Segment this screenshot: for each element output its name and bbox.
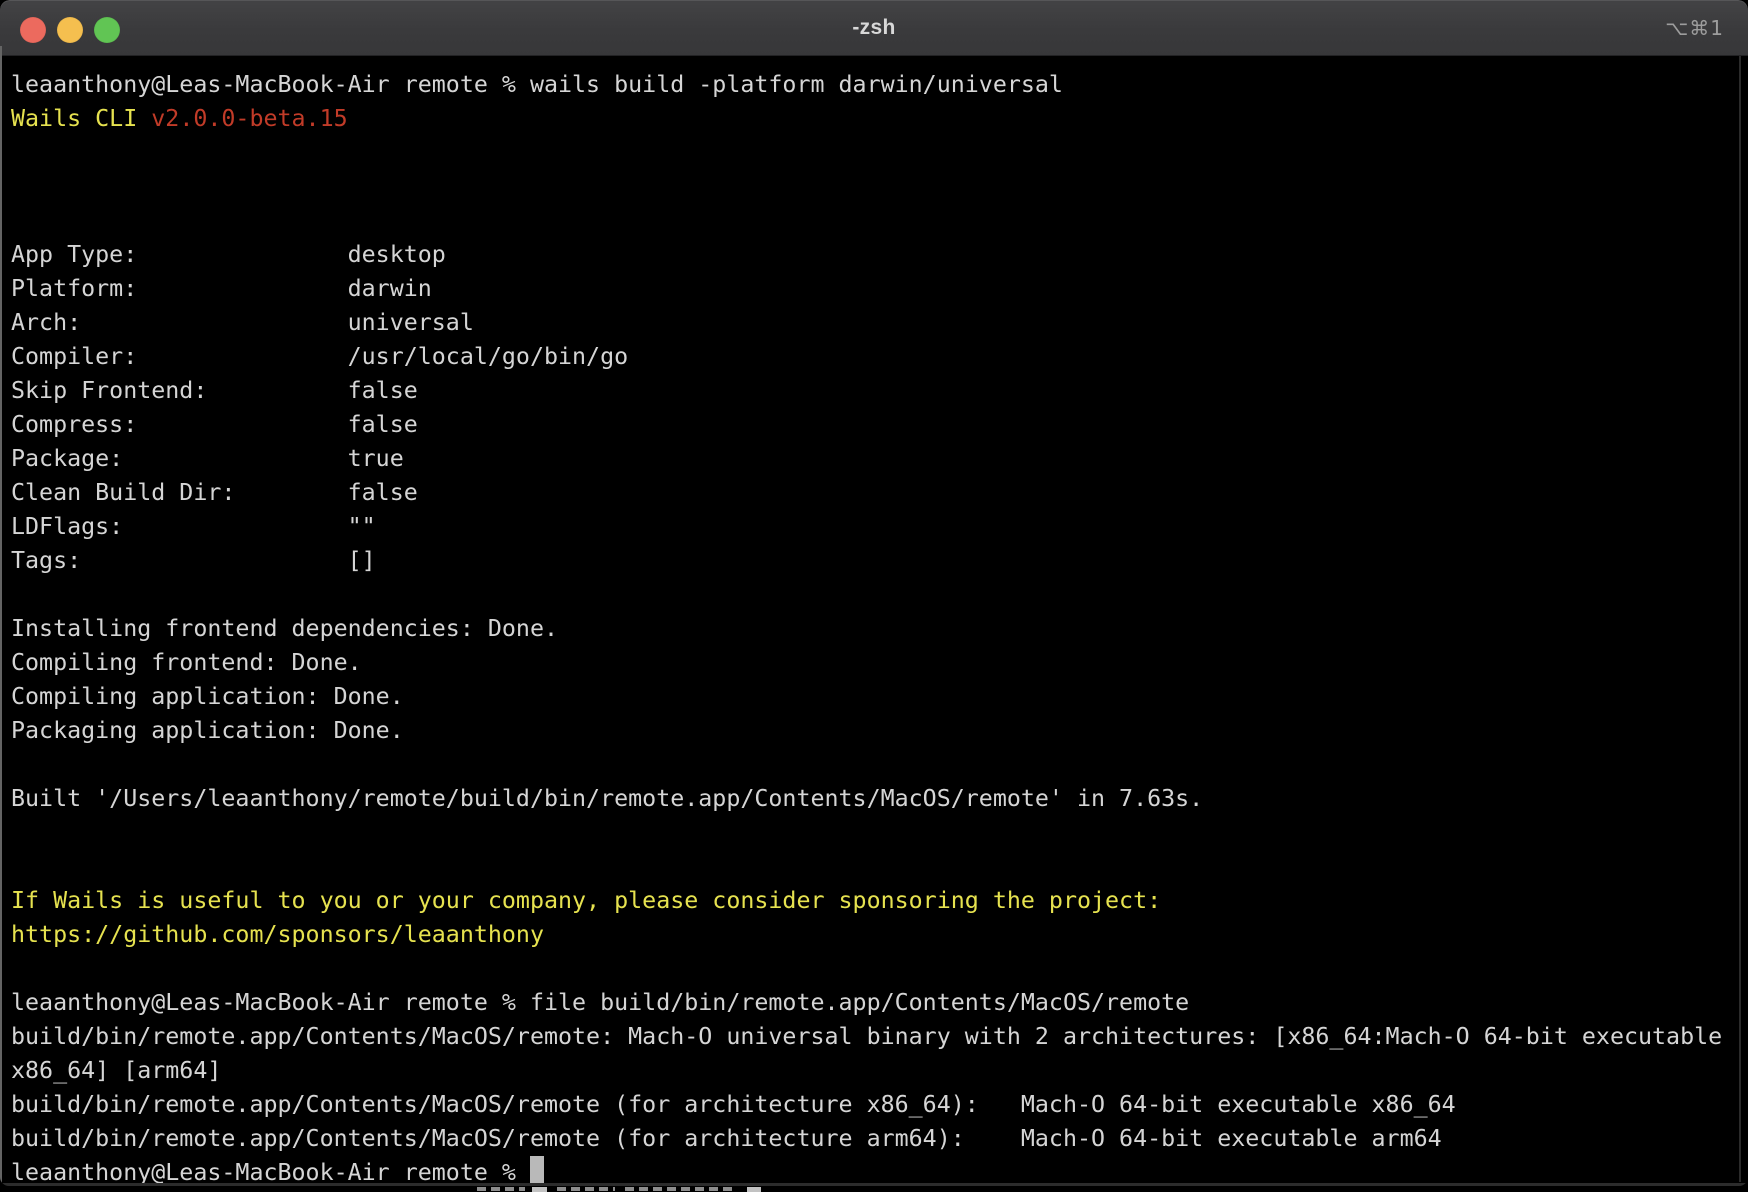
terminal-line: If Wails is useful to you or your compan… bbox=[11, 884, 1748, 918]
terminal-line: Skip Frontend: false bbox=[11, 374, 1748, 408]
terminal-line bbox=[11, 952, 1748, 986]
terminal-line: Installing frontend dependencies: Done. bbox=[11, 612, 1748, 646]
background-window-text-fragment bbox=[557, 1187, 615, 1191]
terminal-line: Compiler: /usr/local/go/bin/go bbox=[11, 340, 1748, 374]
text-segment: Wails CLI bbox=[11, 105, 151, 132]
terminal-cursor bbox=[530, 1156, 544, 1186]
text-segment: Tags: [] bbox=[11, 547, 376, 574]
text-segment: App Type: desktop bbox=[11, 241, 446, 268]
background-window-text-fragment bbox=[532, 1187, 547, 1192]
background-window-text-fragment bbox=[747, 1187, 761, 1192]
text-segment: Compiler: /usr/local/go/bin/go bbox=[11, 343, 628, 370]
terminal-line: Arch: universal bbox=[11, 306, 1748, 340]
text-segment: x86_64] [arm64] bbox=[11, 1057, 221, 1084]
terminal-line: Built '/Users/leaanthony/remote/build/bi… bbox=[11, 782, 1748, 816]
terminal-line bbox=[11, 204, 1748, 238]
window-right-edge bbox=[1739, 56, 1741, 1182]
text-segment: Compress: false bbox=[11, 411, 418, 438]
text-segment: build/bin/remote.app/Contents/MacOS/remo… bbox=[11, 1023, 1722, 1050]
terminal-line bbox=[11, 578, 1748, 612]
terminal-line: build/bin/remote.app/Contents/MacOS/remo… bbox=[11, 1020, 1748, 1054]
terminal-line bbox=[11, 136, 1748, 170]
window-title: -zsh bbox=[0, 0, 1748, 56]
terminal-line: leaanthony@Leas-MacBook-Air remote % bbox=[11, 1156, 1748, 1186]
window-left-edge bbox=[0, 46, 2, 1184]
text-segment: leaanthony@Leas-MacBook-Air remote % fil… bbox=[11, 989, 1189, 1016]
terminal-line: Package: true bbox=[11, 442, 1748, 476]
terminal-line: Clean Build Dir: false bbox=[11, 476, 1748, 510]
terminal-line: leaanthony@Leas-MacBook-Air remote % fil… bbox=[11, 986, 1748, 1020]
text-segment: Packaging application: Done. bbox=[11, 717, 404, 744]
text-segment: build/bin/remote.app/Contents/MacOS/remo… bbox=[11, 1091, 1456, 1118]
text-segment: https://github.com/sponsors/leaanthony bbox=[11, 921, 544, 948]
text-segment: Installing frontend dependencies: Done. bbox=[11, 615, 558, 642]
text-segment: leaanthony@Leas-MacBook-Air remote % bbox=[11, 1159, 530, 1186]
window-titlebar[interactable]: -zsh ⌥⌘1 bbox=[0, 0, 1748, 56]
background-window-sliver bbox=[477, 1187, 777, 1192]
terminal-line: Packaging application: Done. bbox=[11, 714, 1748, 748]
terminal-line: Compress: false bbox=[11, 408, 1748, 442]
text-segment: If Wails is useful to you or your compan… bbox=[11, 887, 1161, 914]
terminal-line: Tags: [] bbox=[11, 544, 1748, 578]
text-segment: Compiling frontend: Done. bbox=[11, 649, 362, 676]
terminal-line: build/bin/remote.app/Contents/MacOS/remo… bbox=[11, 1122, 1748, 1156]
background-window-text-fragment bbox=[625, 1187, 735, 1191]
terminal-screen[interactable]: leaanthony@Leas-MacBook-Air remote % wai… bbox=[0, 56, 1748, 1186]
text-segment: Package: true bbox=[11, 445, 404, 472]
terminal-line: https://github.com/sponsors/leaanthony bbox=[11, 918, 1748, 952]
terminal-line bbox=[11, 850, 1748, 884]
terminal-line: build/bin/remote.app/Contents/MacOS/remo… bbox=[11, 1088, 1748, 1122]
text-segment: Clean Build Dir: false bbox=[11, 479, 418, 506]
text-segment: Built '/Users/leaanthony/remote/build/bi… bbox=[11, 785, 1203, 812]
terminal-window: -zsh ⌥⌘1 leaanthony@Leas-MacBook-Air rem… bbox=[0, 0, 1748, 1186]
background-window-text-fragment bbox=[477, 1187, 525, 1191]
terminal-line: Wails CLI v2.0.0-beta.15 bbox=[11, 102, 1748, 136]
terminal-line: Compiling frontend: Done. bbox=[11, 646, 1748, 680]
text-segment: Skip Frontend: false bbox=[11, 377, 418, 404]
text-segment: build/bin/remote.app/Contents/MacOS/remo… bbox=[11, 1125, 1442, 1152]
text-segment: LDFlags: "" bbox=[11, 513, 376, 540]
terminal-line: x86_64] [arm64] bbox=[11, 1054, 1748, 1088]
terminal-line: App Type: desktop bbox=[11, 238, 1748, 272]
keyboard-shortcut-badge: ⌥⌘1 bbox=[1665, 0, 1724, 56]
text-segment: Compiling application: Done. bbox=[11, 683, 404, 710]
terminal-line bbox=[11, 170, 1748, 204]
terminal-line bbox=[11, 748, 1748, 782]
terminal-line: LDFlags: "" bbox=[11, 510, 1748, 544]
text-segment: leaanthony@Leas-MacBook-Air remote % wai… bbox=[11, 71, 1063, 98]
terminal-line: Compiling application: Done. bbox=[11, 680, 1748, 714]
text-segment: Arch: universal bbox=[11, 309, 474, 336]
text-segment: v2.0.0-beta.15 bbox=[151, 105, 347, 132]
terminal-line bbox=[11, 816, 1748, 850]
window-bottom-edge bbox=[0, 1183, 1748, 1186]
text-segment: Platform: darwin bbox=[11, 275, 432, 302]
terminal-line: leaanthony@Leas-MacBook-Air remote % wai… bbox=[11, 68, 1748, 102]
terminal-line: Platform: darwin bbox=[11, 272, 1748, 306]
